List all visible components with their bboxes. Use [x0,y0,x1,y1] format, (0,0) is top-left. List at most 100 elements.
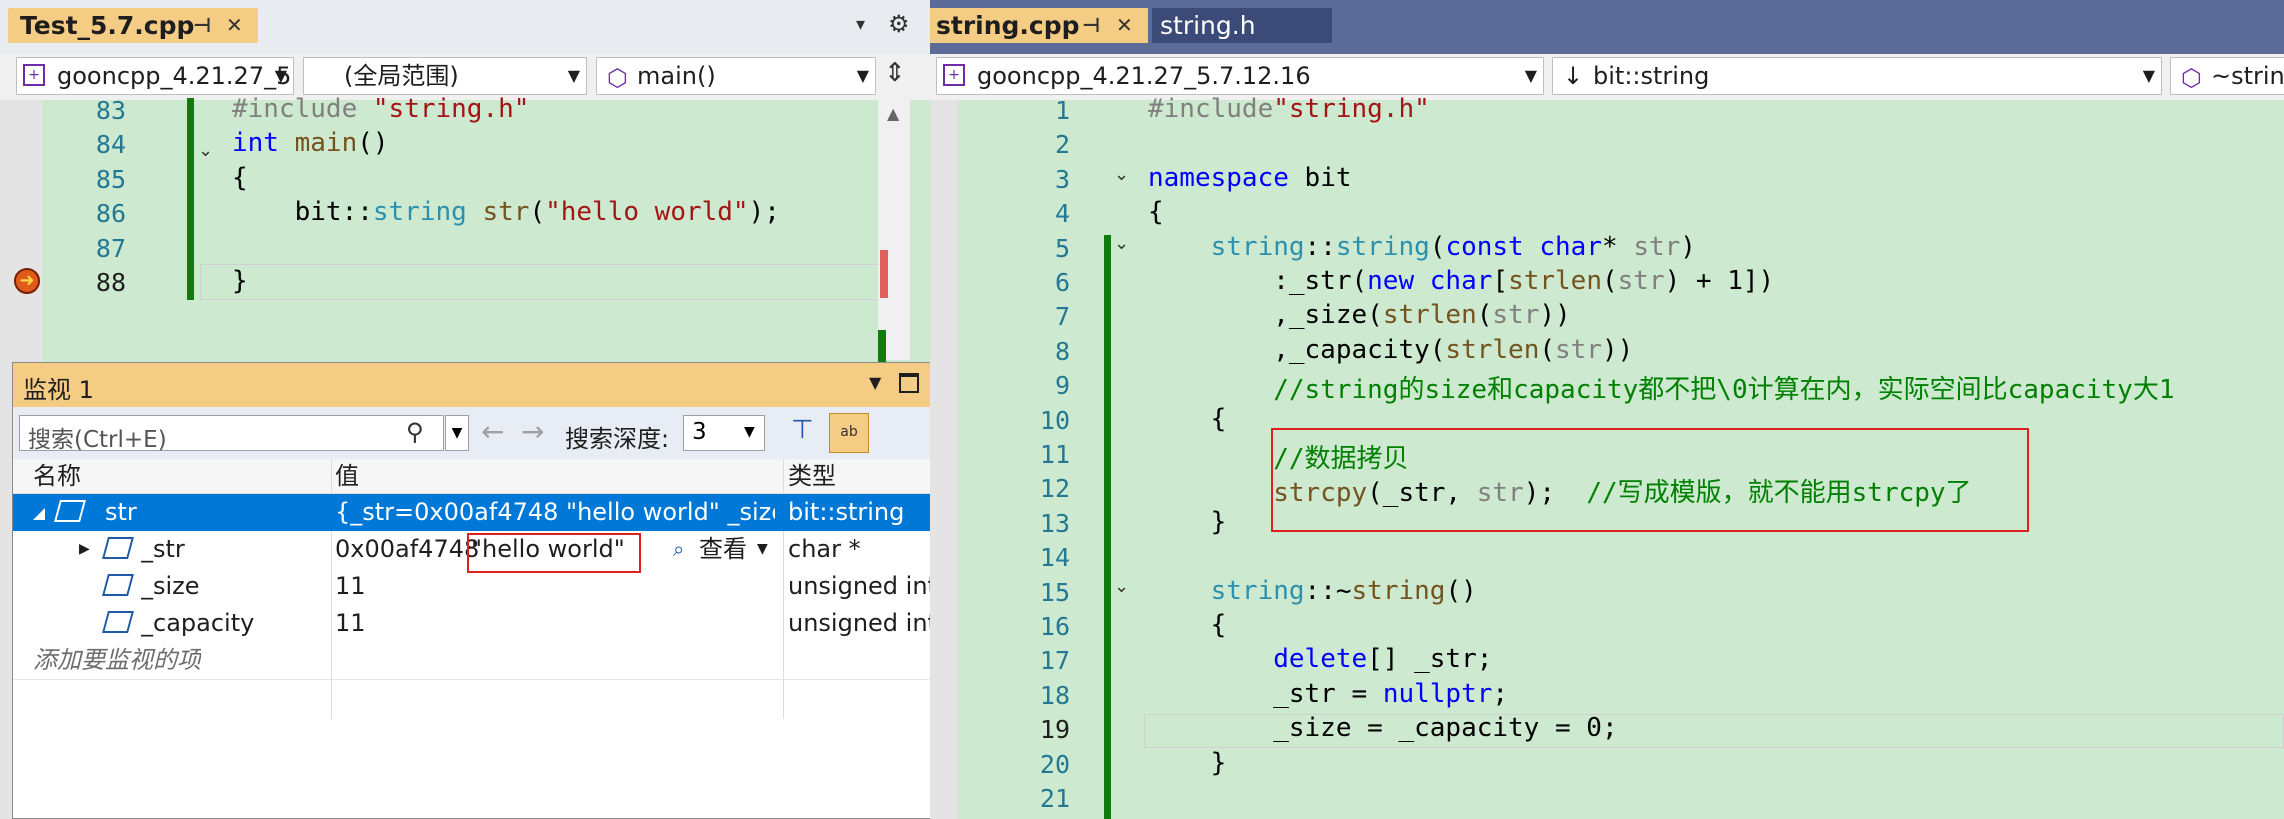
maximize-icon[interactable] [899,373,919,393]
code-line[interactable]: { [232,163,248,193]
highlight-box [467,533,641,573]
line-number: 13 [1039,508,1070,538]
table-row[interactable]: _capacity 11 unsigned int [13,605,937,642]
toggle-view-icon[interactable]: ab [829,413,869,453]
code-line[interactable]: { [1148,197,1164,227]
collapse-icon[interactable]: ◢ [33,494,45,531]
breakpoint-arrow-icon: ➜ [14,268,40,294]
fold-toggle-icon[interactable]: ⌄ [198,140,213,161]
line-number: 20 [1039,749,1070,779]
forward-arrow-icon[interactable]: → [521,415,544,448]
column-value[interactable]: 值 [335,459,359,493]
function-dropdown[interactable]: ⬡ main() ▼ [596,57,876,95]
line-number: 5 [1054,233,1070,263]
chevron-down-icon: ▼ [856,66,869,85]
column-type[interactable]: 类型 [788,459,836,493]
project-dropdown[interactable]: + gooncpp_4.21.27_5 ▼ [16,57,294,95]
line-number: 6 [1054,268,1070,297]
search-options-dropdown[interactable]: ▼ [445,415,469,451]
pin-window-icon[interactable]: ⊤ [791,415,814,445]
back-arrow-icon[interactable]: ← [481,415,504,448]
row-value: {_str=0x00af4748 "hello world" _size... [335,498,775,526]
code-line[interactable]: //string的size和capacity都不把\0计算在内，实际空间比cap… [1148,369,2174,406]
line-number: 88 [95,268,126,297]
row-name: _str [141,535,185,563]
code-line[interactable]: string::~string() [1148,576,1477,606]
watch-header: 名称 值 类型 [13,459,965,494]
line-number: 18 [1039,680,1070,710]
table-row[interactable]: ◢ str {_str=0x00af4748 "hello world" _si… [13,494,933,531]
chevron-down-icon: ▼ [2142,66,2155,85]
code-line[interactable]: _str = nullptr; [1148,679,1508,709]
line-number: 17 [1039,646,1070,676]
chevron-down-icon[interactable]: ▼ [757,531,768,568]
view-button[interactable]: 查看 [699,531,747,568]
table-row[interactable]: _size 11 unsigned int [13,568,937,605]
code-line[interactable]: :_str(new char[strlen(str) + 1]) [1148,266,1774,296]
code-line[interactable]: bit::string str("hello world"); [232,197,780,227]
fold-toggle-icon[interactable]: ⌄ [1114,576,1129,597]
depth-select[interactable]: 3 ▼ [683,415,765,451]
expand-icon[interactable]: ▶ [79,531,90,568]
change-bar [187,98,194,300]
pin-icon[interactable]: ⊣ [193,8,211,43]
member-name: ~string [2211,62,2284,90]
watch-toolbar: 搜索(Ctrl+E) ⚲ ▼ ← → 搜索深度: 3 ▼ ⊤ ab [13,407,965,459]
code-line[interactable]: } [1148,748,1227,778]
code-line[interactable]: #include "string.h" [232,94,529,124]
split-icon[interactable]: ⇕ [884,58,906,88]
field-icon [102,611,134,633]
add-watch-placeholder[interactable]: 添加要监视的项 [33,642,201,679]
depth-value: 3 [692,419,707,445]
add-watch-row[interactable]: 添加要监视的项 [13,642,933,679]
project-dropdown[interactable]: + gooncpp_4.21.27_5.7.12.16 ▼ [936,57,1544,95]
code-line[interactable]: string::string(const char* str) [1148,232,1696,262]
line-number: 11 [1039,440,1070,469]
close-icon[interactable]: ✕ [226,8,243,43]
row-type: bit::string [788,498,905,526]
code-line[interactable]: } [1148,507,1227,537]
fold-toggle-icon[interactable]: ⌄ [1114,164,1129,185]
row-value: 11 [335,572,366,600]
line-number: 16 [1039,612,1070,641]
scope-dropdown[interactable]: (全局范围) ▼ [303,57,587,95]
magnifier-icon[interactable]: ⌕ [673,531,684,568]
code-line[interactable]: #include"string.h" [1148,94,1430,124]
tab-overflow-icon[interactable]: ▾ [856,14,865,35]
line-number: 8 [1054,336,1070,366]
code-line[interactable]: int main() [232,128,389,158]
search-input[interactable]: 搜索(Ctrl+E) ⚲ [19,415,444,453]
code-line[interactable]: namespace bit [1148,163,1352,193]
tab-test-5-7-cpp[interactable]: Test_5.7.cpp ⊣ ✕ [8,8,258,43]
fold-toggle-icon[interactable]: ⌄ [1114,233,1129,254]
arrow-down-icon: ↓ [1563,62,1584,90]
left-vertical-scrollbar[interactable] [878,100,910,360]
row-value-address: 0x00af4748 [335,535,480,563]
code-line[interactable]: delete[] _str; [1148,644,1492,674]
line-number: 7 [1054,302,1070,332]
window-menu-icon[interactable]: ▼ [869,373,881,392]
highlight-box [1271,428,2029,532]
tab-string-h[interactable]: string.h [1152,8,1332,43]
pin-icon[interactable]: ⊣ [1082,8,1100,43]
column-name[interactable]: 名称 [33,459,81,493]
chevron-down-icon: ▼ [1524,66,1537,85]
scope-name: bit::string [1593,62,1710,90]
line-number: 2 [1054,130,1070,160]
code-line[interactable]: { [1148,404,1227,434]
scope-dropdown[interactable]: ↓ bit::string ▼ [1552,57,2162,95]
watch-title-bar[interactable]: 监视 1 ▼ ✕ [13,363,965,407]
tab-string-cpp[interactable]: string.cpp ⊣ ✕ [930,8,1148,43]
chevron-down-icon: ▼ [744,424,755,440]
member-dropdown[interactable]: ⬡ ~string [2170,57,2284,95]
tab-label: string.h [1160,11,1256,40]
search-icon[interactable]: ⚲ [406,418,424,446]
settings-gear-icon[interactable]: ⚙ [888,10,910,38]
search-placeholder: 搜索(Ctrl+E) [28,427,167,453]
line-number: 1 [1054,96,1070,125]
close-icon[interactable]: ✕ [1116,8,1133,43]
code-line[interactable]: { [1148,610,1227,640]
scroll-up-icon[interactable]: ▲ [887,104,899,123]
code-line[interactable]: ,_capacity(strlen(str)) [1148,335,1633,365]
code-line[interactable]: ,_size(strlen(str)) [1148,300,1570,330]
